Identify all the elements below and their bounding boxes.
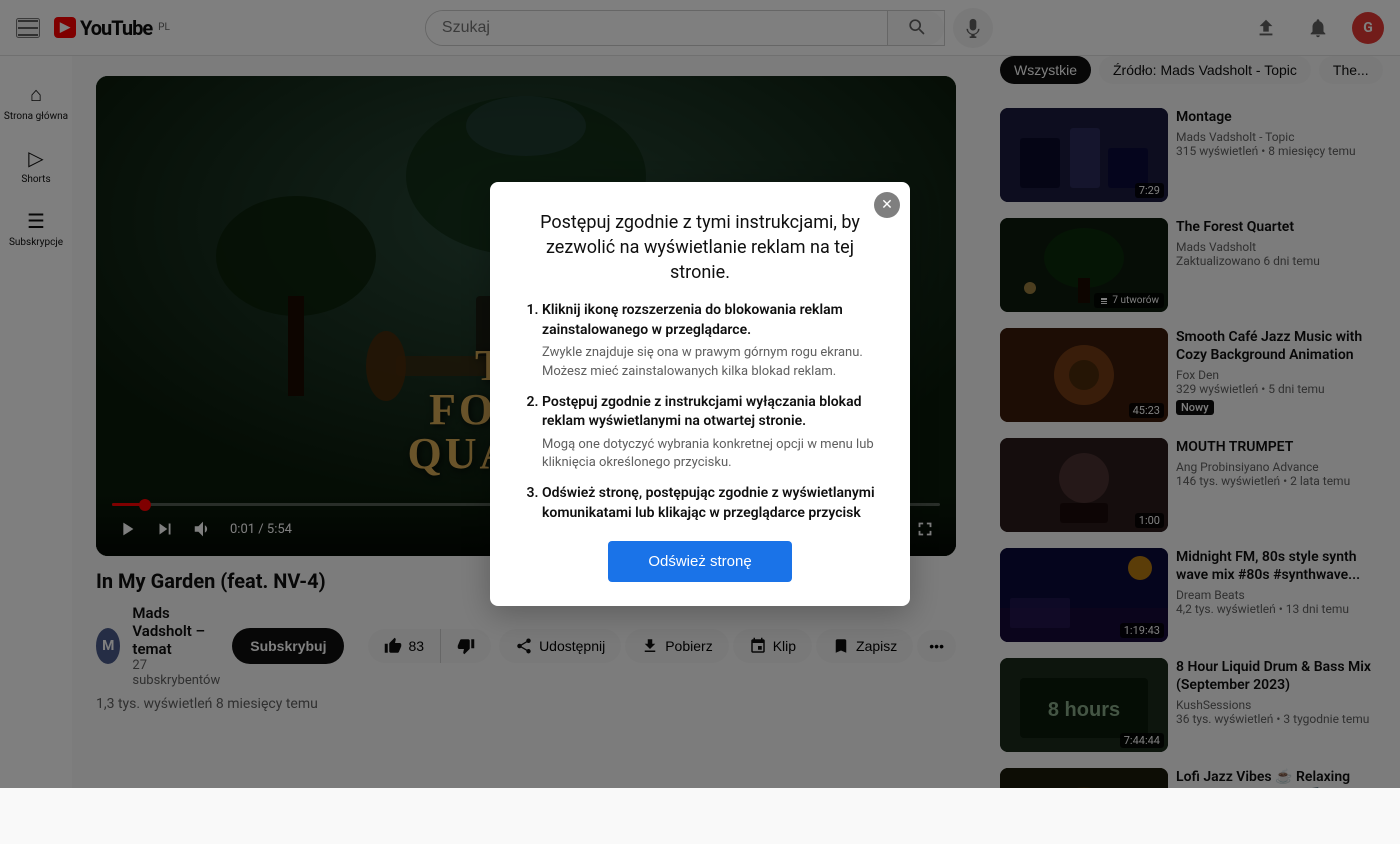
modal-step-3: Odśwież stronę, postępując zgodnie z wyś…	[542, 484, 878, 521]
refresh-page-button[interactable]: Odśwież stronę	[608, 541, 791, 582]
modal-overlay[interactable]: ✕ Postępuj zgodnie z tymi instrukcjami, …	[0, 0, 1400, 788]
modal-content: Kliknij ikonę rozszerzenia do blokowania…	[522, 301, 878, 521]
modal-button-row: Odśwież stronę	[522, 541, 878, 582]
modal-title: Postępuj zgodnie z tymi instrukcjami, by…	[522, 210, 878, 286]
adblock-modal: ✕ Postępuj zgodnie z tymi instrukcjami, …	[490, 182, 910, 607]
modal-steps-list: Kliknij ikonę rozszerzenia do blokowania…	[522, 301, 878, 521]
modal-step-1: Kliknij ikonę rozszerzenia do blokowania…	[542, 301, 878, 381]
modal-step-2: Postępuj zgodnie z instrukcjami wyłączan…	[542, 393, 878, 473]
modal-close-button[interactable]: ✕	[874, 192, 900, 218]
